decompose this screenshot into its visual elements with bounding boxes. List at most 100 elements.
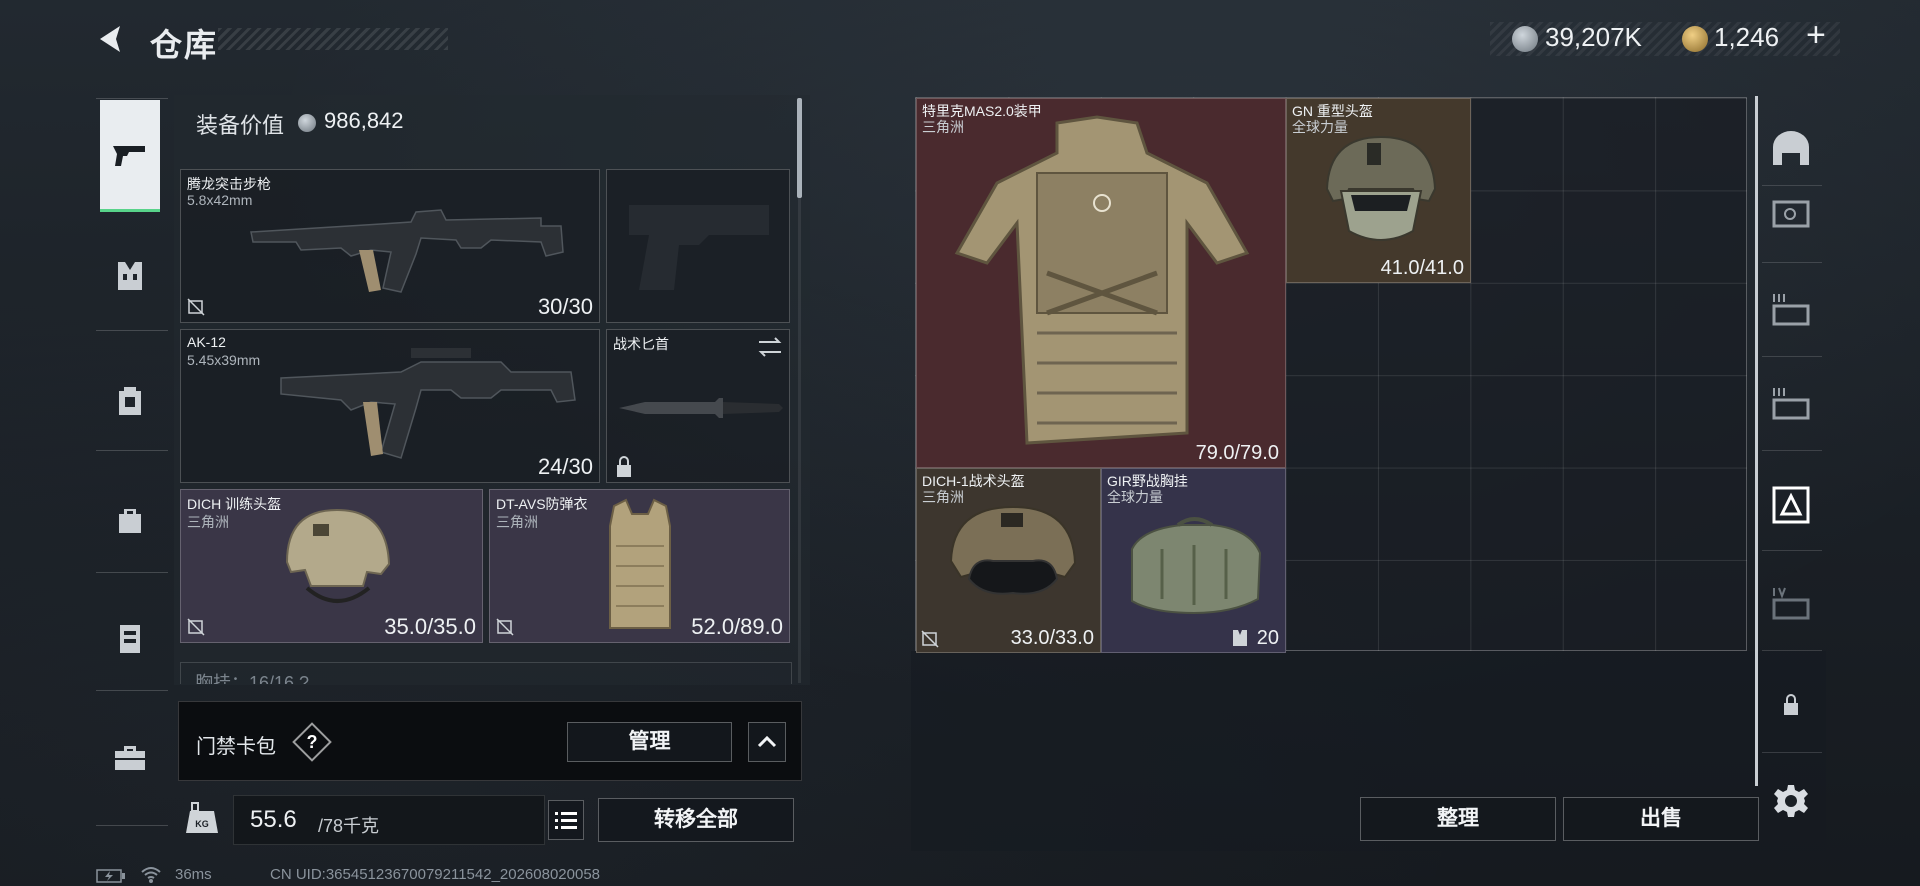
sidebar-divider [96, 98, 168, 99]
scrollbar-thumb[interactable] [797, 98, 802, 198]
sidebar-item-storage[interactable] [100, 608, 160, 668]
container-separator [1762, 450, 1822, 451]
container-separator [1762, 752, 1822, 753]
ping-text: 36ms [175, 866, 212, 883]
title-decoration [218, 28, 448, 50]
helmet-slot[interactable]: DICH 训练头盔 三角洲 35.0/35.0 [180, 489, 483, 643]
durability: 79.0/79.0 [1195, 442, 1279, 464]
gold-coin-icon [1682, 26, 1708, 52]
gear-icon [1774, 785, 1808, 817]
armor-slot[interactable]: DT-AVS防弹衣 三角洲 52.0/89.0 [489, 489, 790, 643]
list-view-button[interactable] [548, 800, 584, 840]
container-tab-locked[interactable] [1768, 682, 1814, 728]
toolbox-icon [115, 746, 145, 770]
silver-coin-icon [1512, 26, 1538, 52]
lock-icon [1784, 694, 1798, 715]
equip-value-label: 装备价值 [196, 113, 285, 138]
container-iv-icon [1772, 587, 1810, 620]
ammo-count: 24/30 [537, 454, 593, 479]
battery-icon [96, 869, 125, 883]
sidebar-item-weapons[interactable] [100, 100, 160, 212]
gold-amount: 1,246 [1714, 22, 1780, 52]
list-icon [555, 812, 577, 829]
wifi-icon [141, 867, 161, 883]
stash-item-armor[interactable]: 特里克MAS2.0装甲 三角洲 79.0/79.0 [916, 98, 1286, 468]
sidebar-item-chest-rig[interactable] [100, 246, 160, 306]
stash-item-tactical-helmet[interactable]: DICH-1战术头盔 三角洲 33.0/33.0 [916, 468, 1101, 653]
item-brand: 全球力量 [1107, 489, 1163, 505]
stash-item-chest-rig[interactable]: GIR野战胸挂 全球力量 20 [1101, 468, 1286, 653]
lock-icon [617, 456, 631, 477]
pistol-silhouette-icon [629, 205, 769, 290]
container-separator [1762, 185, 1822, 186]
chest-rig-icon [118, 262, 142, 290]
helmet-icon [949, 505, 1077, 595]
no-durability-icon [921, 630, 939, 648]
sidebar-item-backpack[interactable] [100, 370, 160, 430]
melee-slot[interactable]: 战术匕首 [606, 329, 790, 483]
durability: 33.0/33.0 [1010, 627, 1094, 649]
collapse-button[interactable] [748, 722, 786, 762]
no-durability-icon [496, 618, 514, 636]
stash-grid[interactable]: 特里克MAS2.0装甲 三角洲 79.0/79.0 GN 重型头盔 全球力量 4… [915, 97, 1747, 653]
slot-item-caliber: 5.45x39mm [187, 352, 261, 368]
chest-rig-summary-row[interactable]: 胸挂：16/16 ? [180, 662, 792, 684]
durability: 41.0/41.0 [1380, 257, 1464, 279]
container-v-icon [1772, 200, 1810, 228]
weight-current: 55.6 [250, 806, 297, 833]
plus-icon[interactable]: + [1806, 16, 1826, 55]
container-iii-icon [1772, 294, 1810, 326]
durability: 35.0/35.0 [384, 614, 476, 639]
tactical-knife-icon [619, 398, 783, 418]
weight-max: /78千克 [318, 816, 380, 836]
sidebar-divider [96, 825, 168, 826]
pistol-icon [113, 145, 145, 166]
container-tab-3b[interactable] [1768, 380, 1814, 426]
page-title: 仓库 [150, 27, 219, 63]
ak-rifle-icon [280, 348, 576, 459]
sidearm-slot[interactable] [606, 169, 790, 323]
sidebar-divider [96, 690, 168, 691]
chest-rig-capacity: 胸挂：16/16 ? [195, 673, 310, 684]
sidebar-divider [96, 450, 168, 451]
safe-dome-icon [1773, 131, 1809, 165]
no-durability-icon [187, 298, 205, 316]
svg-text:KG: KG [195, 819, 209, 829]
primary-weapon-slot[interactable]: 腾龙突击步枪 5.8x42mm 30/30 [180, 169, 600, 323]
settings-button[interactable] [1768, 778, 1814, 824]
stash-item-heavy-helmet[interactable]: GN 重型头盔 全球力量 41.0/41.0 [1286, 98, 1471, 283]
container-tab-4[interactable] [1768, 580, 1814, 626]
silver-coin-icon [298, 114, 316, 132]
back-icon[interactable] [94, 22, 128, 56]
container-separator [1762, 262, 1822, 263]
weight-icon: KG [180, 795, 224, 845]
container-bar-line [1755, 96, 1758, 786]
no-durability-icon [187, 618, 205, 636]
container-tab-active[interactable] [1768, 482, 1814, 528]
slot-item-name: AK-12 [187, 334, 226, 350]
armor-vest-icon [609, 498, 671, 629]
help-icon[interactable]: ? [298, 728, 326, 756]
container-tab-5[interactable] [1768, 188, 1814, 234]
sidebar-item-pouch[interactable] [100, 490, 160, 550]
sidebar-divider [96, 330, 168, 331]
ammo-count: 30/30 [537, 294, 593, 319]
pouch-icon [119, 509, 141, 533]
manage-button[interactable]: 管理 [567, 722, 732, 762]
slot-item-name: DT-AVS防弹衣 [496, 496, 588, 512]
container-tab-safe[interactable] [1768, 125, 1814, 171]
equip-value: 986,842 [324, 108, 404, 133]
slot-item-brand: 三角洲 [187, 514, 229, 530]
chevron-up-icon [757, 735, 777, 748]
chest-rig-item-icon [1131, 517, 1262, 615]
slot-item-name: DICH 训练头盔 [187, 496, 282, 512]
sort-button[interactable]: 整理 [1360, 797, 1556, 841]
sell-button[interactable]: 出售 [1563, 797, 1759, 841]
sidebar-item-toolbox[interactable] [100, 728, 160, 788]
secondary-weapon-slot[interactable]: AK-12 5.45x39mm 24/30 [180, 329, 600, 483]
swap-icon[interactable] [757, 336, 783, 358]
container-active-icon [1772, 486, 1810, 524]
container-tab-3a[interactable] [1768, 286, 1814, 332]
silver-amount: 39,207K [1545, 22, 1642, 52]
transfer-all-button[interactable]: 转移全部 [598, 798, 794, 842]
